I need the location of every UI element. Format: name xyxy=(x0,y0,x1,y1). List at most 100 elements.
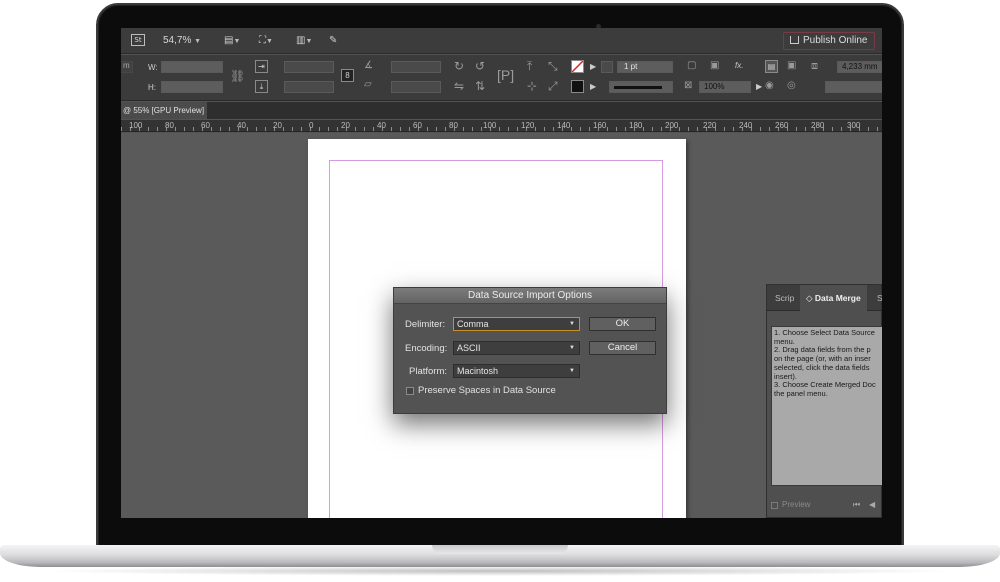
ruler-label: 20 xyxy=(341,121,350,130)
ruler-label: 60 xyxy=(413,121,422,130)
corner-shape-field[interactable] xyxy=(825,81,882,93)
frame-fitting-icon[interactable]: ▣ xyxy=(710,59,719,73)
ruler-label: 260 xyxy=(775,121,789,130)
platform-label: Platform: xyxy=(409,366,448,377)
previous-record-icon[interactable]: ◀ xyxy=(869,500,875,509)
width-field[interactable] xyxy=(161,61,223,73)
ruler-label: 40 xyxy=(377,121,386,130)
ruler-label: 80 xyxy=(449,121,458,130)
data-merge-panel: Scrip ◇ Data Merge S 1. Choose Select Da… xyxy=(766,284,882,518)
encoding-value: ASCII xyxy=(457,343,481,353)
cancel-button[interactable]: Cancel xyxy=(589,341,656,355)
constrain-scale-icon[interactable]: 8 xyxy=(341,69,354,82)
stock-icon[interactable]: St xyxy=(131,34,145,46)
tab-data-merge[interactable]: ◇ Data Merge xyxy=(800,285,867,311)
text-wrap-icon[interactable]: ▢ xyxy=(687,59,696,73)
instruction-line: the panel menu. xyxy=(774,388,828,398)
fit-frame-icon[interactable]: ◎ xyxy=(787,79,796,93)
ruler-label: 60 xyxy=(201,121,210,130)
fill-menu-icon[interactable]: ▶ xyxy=(587,61,596,73)
effects-label[interactable]: fx. xyxy=(732,60,743,72)
ruler-label: 240 xyxy=(739,121,753,130)
chevron-down-icon: ▼ xyxy=(569,368,575,374)
ruler-label: 0 xyxy=(309,121,314,130)
gpu-performance-icon[interactable]: ✎ xyxy=(329,35,337,47)
select-previous-icon[interactable]: ⊹ xyxy=(527,79,537,93)
chevron-down-icon: ▼ xyxy=(569,321,575,327)
laptop-shadow xyxy=(40,566,960,576)
ruler-label: 160 xyxy=(593,121,607,130)
scale-x-icon: ⇥ xyxy=(255,60,268,73)
ok-button[interactable]: OK xyxy=(589,317,656,331)
opacity-menu-icon[interactable]: ▶ xyxy=(753,81,762,93)
data-merge-instructions: 1. Choose Select Data Source menu. 2. Dr… xyxy=(771,326,882,486)
stroke-menu-icon[interactable]: ▶ xyxy=(587,81,596,93)
preserve-spaces-checkbox[interactable] xyxy=(406,387,414,395)
preserve-spaces-label: Preserve Spaces in Data Source xyxy=(418,385,556,396)
panel-footer: Preview ⏮ ◀ xyxy=(767,497,882,518)
corner-size-value: 4,233 mm xyxy=(842,62,878,71)
select-next-icon[interactable]: ⤢ xyxy=(548,79,558,93)
partial-field[interactable] xyxy=(121,61,133,73)
select-container-icon[interactable]: ⤒ xyxy=(527,59,532,73)
ruler-label: 100 xyxy=(483,121,497,130)
tab-next[interactable]: S xyxy=(877,285,882,311)
publish-online-button[interactable]: Publish Online xyxy=(783,32,875,50)
chevron-down-icon: ▼ xyxy=(569,345,575,351)
view-options-icon[interactable]: ▤▼ xyxy=(224,35,240,47)
publish-online-label: Publish Online xyxy=(803,35,868,46)
stroke-swatch-icon[interactable] xyxy=(571,80,584,93)
shear-field[interactable] xyxy=(391,81,441,93)
first-record-icon[interactable]: ⏮ xyxy=(853,500,860,510)
width-label: W: xyxy=(148,63,158,72)
data-source-import-dialog: Data Source Import Options Delimiter: Co… xyxy=(393,287,667,414)
laptop-notch xyxy=(432,545,568,554)
ruler-label: 200 xyxy=(665,121,679,130)
zoom-level[interactable]: 54,7% ▼ xyxy=(163,35,201,46)
chevron-down-icon: ▼ xyxy=(194,38,202,45)
corner-options-icon[interactable]: ⧈ xyxy=(811,59,818,73)
screen-mode-icon[interactable]: ⛶▼ xyxy=(259,35,273,47)
document-tab-bar: @ 55% [GPU Preview] xyxy=(121,102,882,119)
ruler-label: 280 xyxy=(811,121,825,130)
height-field[interactable] xyxy=(161,81,223,93)
auto-fit-icon[interactable]: ▤ xyxy=(765,60,778,73)
ruler-label: 120 xyxy=(521,121,535,130)
arrange-documents-icon[interactable]: ▥▼ xyxy=(296,35,312,47)
control-panel: m W: H: ⛓ ⇥ ⤓ 8 ∡ ▱ ↻ ↺ ⇋ ⇅ [P] ⤒ ⤡ ⊹ ⤢ … xyxy=(121,55,882,101)
rotate-icon: ∡ xyxy=(364,60,373,71)
platform-select[interactable]: Macintosh ▼ xyxy=(453,364,580,378)
shear-icon: ▱ xyxy=(364,79,372,90)
fill-frame-icon[interactable]: ◉ xyxy=(765,79,774,93)
ruler-label: 300 xyxy=(847,121,861,130)
ruler-label: 80 xyxy=(165,121,174,130)
preview-checkbox[interactable] xyxy=(771,502,778,509)
opacity-icon: ⊠ xyxy=(684,80,693,91)
scale-y-field[interactable] xyxy=(284,81,334,93)
constrain-proportions-icon[interactable]: ⛓ xyxy=(230,69,245,83)
fill-swatch-icon[interactable] xyxy=(571,60,584,73)
dialog-title: Data Source Import Options xyxy=(394,288,666,304)
ruler-label: 140 xyxy=(557,121,571,130)
select-content-icon[interactable]: ⤡ xyxy=(548,59,558,73)
stroke-weight-stepper[interactable] xyxy=(601,61,613,73)
tab-scripts[interactable]: Scrip xyxy=(775,285,794,311)
horizontal-ruler[interactable]: 100 80 60 40 20 0 20 40 60 80 100 120 14… xyxy=(121,120,882,132)
height-label: H: xyxy=(148,83,156,92)
document-tab[interactable]: @ 55% [GPU Preview] xyxy=(121,102,207,119)
reference-point-icon[interactable]: [P] xyxy=(497,68,514,82)
content-fit-icon[interactable]: ▣ xyxy=(787,59,796,73)
tab-data-merge-marker: ◇ xyxy=(806,293,815,303)
encoding-select[interactable]: ASCII ▼ xyxy=(453,341,580,355)
flip-vertical-icon[interactable]: ⇅ xyxy=(475,79,485,93)
delimiter-value: Comma xyxy=(457,319,489,329)
delimiter-select[interactable]: Comma ▼ xyxy=(453,317,580,331)
opacity-value: 100% xyxy=(704,82,725,91)
rotate-clockwise-icon[interactable]: ↻ xyxy=(454,59,464,73)
ruler-label: 20 xyxy=(273,121,282,130)
rotate-counterclockwise-icon[interactable]: ↺ xyxy=(475,59,485,73)
flip-horizontal-icon[interactable]: ⇋ xyxy=(454,79,464,93)
platform-value: Macintosh xyxy=(457,366,499,376)
scale-x-field[interactable] xyxy=(284,61,334,73)
rotation-field[interactable] xyxy=(391,61,441,73)
